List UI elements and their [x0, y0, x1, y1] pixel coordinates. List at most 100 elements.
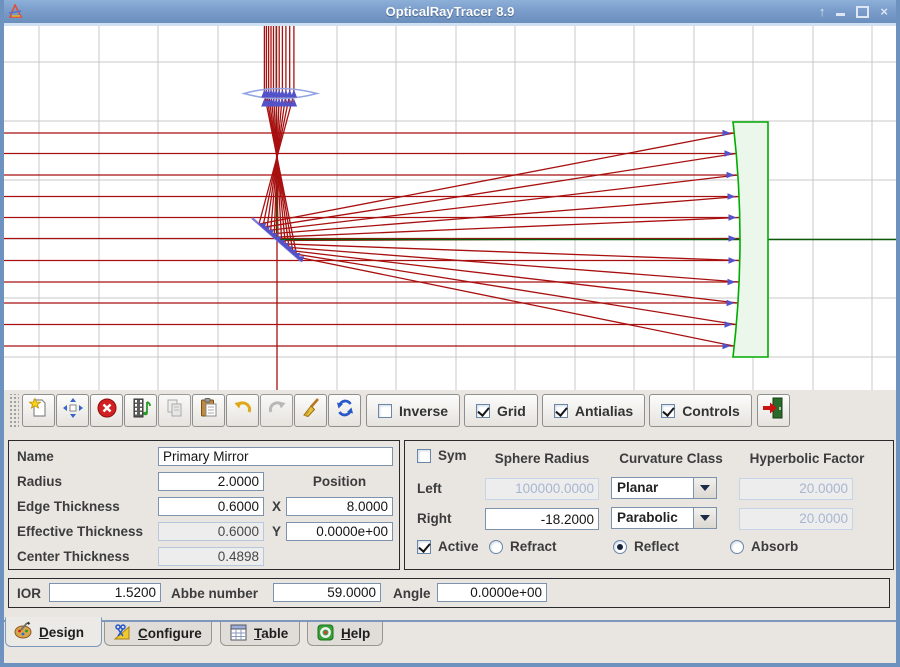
- new-document-icon: [28, 397, 50, 424]
- copy-button[interactable]: [158, 394, 191, 427]
- effective-thickness-value: 0.6000: [158, 522, 264, 541]
- paste-button[interactable]: [192, 394, 225, 427]
- radius-label: Radius: [17, 472, 62, 491]
- right-curvature-value: Parabolic: [612, 508, 693, 528]
- exit-door-icon: [761, 396, 785, 425]
- table-icon: [229, 623, 248, 645]
- grid-checkbox[interactable]: [476, 404, 490, 418]
- tab-configure-label: Configure: [138, 626, 202, 641]
- sym-checkbox[interactable]: [417, 449, 431, 463]
- name-label: Name: [17, 447, 54, 466]
- left-curvature-select[interactable]: Planar: [611, 477, 717, 499]
- toggle-grid[interactable]: Grid: [464, 394, 538, 427]
- brush-icon: [300, 397, 322, 424]
- x-position-input[interactable]: [286, 497, 393, 516]
- shade-button[interactable]: ↑: [819, 0, 826, 23]
- toggle-controls[interactable]: Controls: [649, 394, 752, 427]
- abbe-input[interactable]: [273, 583, 381, 602]
- antialias-checkbox[interactable]: [554, 404, 568, 418]
- absorb-label: Absorb: [751, 539, 798, 554]
- y-label: Y: [272, 522, 281, 541]
- delete-button[interactable]: [90, 394, 123, 427]
- redo-arrow-icon: [266, 397, 288, 424]
- tab-configure[interactable]: Configure: [104, 622, 212, 646]
- sym-label: Sym: [438, 448, 467, 463]
- redo-button[interactable]: [260, 394, 293, 427]
- abbe-label: Abbe number: [171, 584, 258, 603]
- active-toggle[interactable]: Active: [417, 539, 479, 554]
- toggle-antialias[interactable]: Antialias: [542, 394, 645, 427]
- quit-button[interactable]: [757, 394, 790, 427]
- x-label: X: [272, 497, 281, 516]
- new-lens-button[interactable]: [22, 394, 55, 427]
- refresh-arrows-icon: [334, 397, 356, 424]
- controls-label: Controls: [682, 403, 740, 419]
- position-label: Position: [286, 472, 393, 491]
- chevron-down-icon[interactable]: [693, 508, 716, 528]
- radius-input[interactable]: [158, 472, 264, 491]
- right-row-label: Right: [417, 509, 452, 528]
- right-sphere-radius-input[interactable]: [485, 508, 599, 530]
- tab-design[interactable]: Design: [5, 617, 102, 647]
- help-icon: [316, 623, 335, 645]
- animation-button[interactable]: [124, 394, 157, 427]
- inverse-checkbox[interactable]: [378, 404, 392, 418]
- y-position-input[interactable]: [286, 522, 393, 541]
- sphere-radius-header: Sphere Radius: [485, 449, 599, 468]
- clean-button[interactable]: [294, 394, 327, 427]
- title-bar[interactable]: OpticalRayTracer 8.9 ↑ ×: [4, 0, 896, 23]
- reflect-option[interactable]: Reflect: [613, 539, 679, 554]
- maximize-button[interactable]: [856, 6, 869, 18]
- sym-toggle[interactable]: Sym: [417, 448, 467, 463]
- tab-table[interactable]: Table: [220, 622, 300, 646]
- undo-button[interactable]: [226, 394, 259, 427]
- edge-thickness-input[interactable]: [158, 497, 264, 516]
- ior-input[interactable]: [49, 583, 161, 602]
- minimize-button[interactable]: [836, 13, 845, 16]
- absorb-option[interactable]: Absorb: [730, 539, 798, 554]
- canvas-top-strip: [4, 23, 896, 26]
- reflect-radio[interactable]: [613, 540, 627, 554]
- toolbar-grip[interactable]: [8, 394, 19, 427]
- reflect-label: Reflect: [634, 539, 679, 554]
- fit-view-button[interactable]: [56, 394, 89, 427]
- refract-option[interactable]: Refract: [489, 539, 557, 554]
- tab-help-label: Help: [341, 626, 370, 641]
- left-curvature-value: Planar: [612, 478, 693, 498]
- right-curvature-select[interactable]: Parabolic: [611, 507, 717, 529]
- absorb-radio[interactable]: [730, 540, 744, 554]
- refract-radio[interactable]: [489, 540, 503, 554]
- curvature-class-header: Curvature Class: [605, 449, 737, 468]
- toggle-inverse[interactable]: Inverse: [366, 394, 460, 427]
- hyperbolic-factor-header: Hyperbolic Factor: [727, 449, 887, 468]
- center-thickness-value: 0.4898: [158, 547, 264, 566]
- toolbar: Inverse Grid Antialias Controls: [8, 392, 892, 429]
- angle-label: Angle: [393, 584, 431, 603]
- undo-arrow-icon: [232, 397, 254, 424]
- red-cross-icon: [96, 397, 118, 424]
- tab-design-label: Design: [39, 625, 84, 640]
- ray-canvas[interactable]: [4, 23, 896, 390]
- close-button[interactable]: ×: [880, 0, 888, 23]
- name-input[interactable]: [158, 447, 393, 466]
- ray-diagram: [4, 23, 896, 390]
- inverse-label: Inverse: [399, 403, 448, 419]
- controls-checkbox[interactable]: [661, 404, 675, 418]
- curvature-box: Sym Sphere Radius Curvature Class Hyperb…: [404, 440, 894, 570]
- move-arrows-icon: [62, 397, 84, 424]
- left-sphere-radius: 100000.0000: [485, 478, 599, 500]
- effective-thickness-label: Effective Thickness: [17, 522, 143, 541]
- tab-help[interactable]: Help: [307, 622, 383, 646]
- angle-input[interactable]: [437, 583, 547, 602]
- left-hyperbolic-factor: 20.0000: [739, 478, 853, 500]
- active-checkbox[interactable]: [417, 540, 431, 554]
- refresh-button[interactable]: [328, 394, 361, 427]
- edge-thickness-label: Edge Thickness: [17, 497, 120, 516]
- center-thickness-label: Center Thickness: [17, 547, 130, 566]
- refract-label: Refract: [510, 539, 557, 554]
- material-box: IOR Abbe number Angle: [8, 578, 890, 608]
- ior-label: IOR: [17, 584, 41, 603]
- tools-icon: [113, 623, 132, 645]
- chevron-down-icon[interactable]: [693, 478, 716, 498]
- grid-label: Grid: [497, 403, 526, 419]
